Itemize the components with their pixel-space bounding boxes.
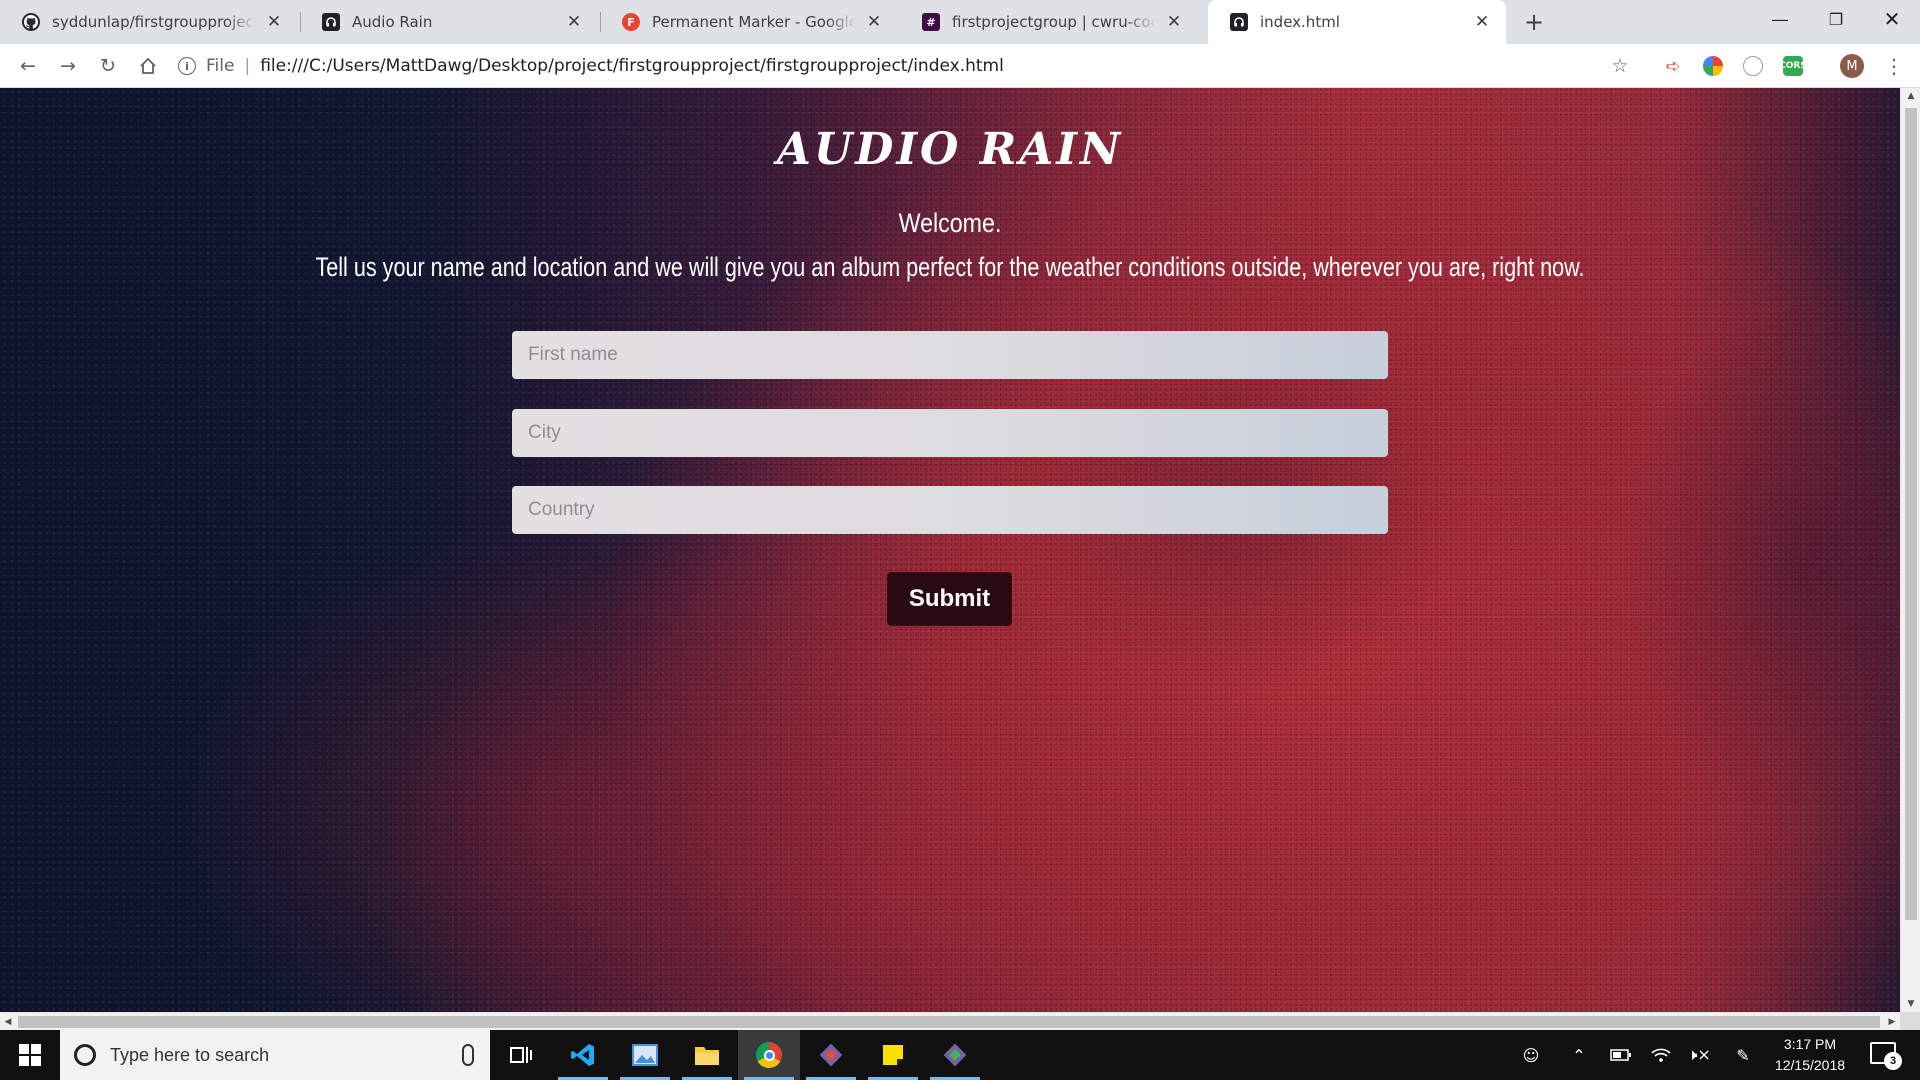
close-icon[interactable]: ✕	[1472, 12, 1492, 32]
cortana-icon	[74, 1044, 96, 1066]
restore-button[interactable]: ❐	[1808, 0, 1864, 38]
vscode-icon[interactable]	[552, 1030, 614, 1080]
close-icon[interactable]: ✕	[1164, 12, 1184, 32]
vertical-scroll-thumb[interactable]	[1905, 108, 1917, 920]
notification-count-badge: 3	[1884, 1052, 1902, 1070]
clock-date: 12/15/2018	[1774, 1057, 1846, 1073]
browser-tab-strip: syddunlap/firstgroupproject ✕ Audio Rain…	[0, 0, 1920, 44]
reload-icon: ↻	[100, 55, 116, 77]
slack-icon: #	[922, 13, 940, 31]
audio-rain-icon	[1230, 13, 1248, 31]
windows-logo-icon	[19, 1044, 41, 1066]
task-view-icon[interactable]	[490, 1030, 552, 1080]
more-vert-icon: ⋮	[1884, 54, 1904, 78]
close-icon[interactable]: ✕	[264, 12, 284, 32]
tab-title: Audio Rain	[352, 13, 433, 31]
battery-icon[interactable]	[1604, 1030, 1638, 1080]
scrollbar-corner	[1900, 1012, 1920, 1030]
arrow-right-icon: →	[60, 55, 76, 77]
extension-cors-icon[interactable]: CORS	[1779, 56, 1807, 76]
taskbar-search-placeholder: Type here to search	[110, 1044, 270, 1065]
scroll-down-icon[interactable]: ▼	[1901, 996, 1920, 1012]
tab-title: index.html	[1260, 13, 1340, 31]
menu-button[interactable]: ⋮	[1880, 52, 1908, 80]
audio-rain-icon	[322, 13, 340, 31]
url-separator: |	[244, 56, 251, 76]
wifi-icon[interactable]	[1644, 1030, 1678, 1080]
taskbar-clock[interactable]: 3:17 PM 12/15/2018	[1758, 1034, 1862, 1076]
photos-icon[interactable]	[614, 1030, 676, 1080]
first-name-input[interactable]	[512, 331, 1388, 379]
horizontal-scroll-thumb[interactable]	[18, 1016, 1880, 1028]
new-tab-button[interactable]: +	[1520, 8, 1548, 36]
tab-github[interactable]: syddunlap/firstgroupproject ✕	[0, 0, 298, 44]
tagline-text: Tell us your name and location and we wi…	[315, 252, 1585, 282]
forward-button[interactable]: →	[54, 52, 82, 80]
home-button[interactable]	[134, 52, 162, 80]
close-icon[interactable]: ✕	[564, 12, 584, 32]
microphone-icon[interactable]	[462, 1044, 474, 1066]
start-button[interactable]	[0, 1030, 60, 1080]
extension-chrome-icon[interactable]	[1703, 56, 1723, 76]
address-bar[interactable]: i File | file:///C:/Users/MattDawg/Deskt…	[178, 50, 1638, 82]
country-input[interactable]	[512, 486, 1388, 534]
tab-title: Permanent Marker - Google Fonts	[652, 13, 856, 31]
info-icon[interactable]: i	[178, 57, 196, 75]
bookmark-button[interactable]: ☆	[1606, 52, 1634, 80]
tab-slack[interactable]: # firstprojectgroup | cwru-coding-2 ✕	[900, 0, 1198, 44]
tab-audio-rain[interactable]: Audio Rain ✕	[300, 0, 598, 44]
horizontal-scrollbar[interactable]: ◀ ▶	[0, 1012, 1900, 1030]
browser-toolbar: ← → ↻ i File | file:///C:/Users/MattDawg…	[0, 44, 1920, 88]
vertical-scrollbar[interactable]: ▲ ▼	[1900, 88, 1920, 1012]
chevron-up-icon[interactable]: ⌃	[1562, 1030, 1596, 1080]
google-fonts-icon: F	[622, 13, 640, 31]
scroll-left-icon[interactable]: ◀	[0, 1014, 16, 1030]
git-icon[interactable]	[800, 1030, 862, 1080]
profile-avatar[interactable]: M	[1840, 54, 1864, 78]
action-center-icon[interactable]: 3	[1870, 1042, 1902, 1070]
star-icon: ☆	[1611, 55, 1629, 77]
taskbar-search[interactable]: Type here to search	[60, 1030, 490, 1080]
extension-video-icon[interactable]: ➪	[1663, 56, 1683, 77]
url-scheme: File	[206, 56, 235, 76]
tab-title: firstprojectgroup | cwru-coding-2	[952, 13, 1156, 31]
url-text: file:///C:/Users/MattDawg/Desktop/projec…	[260, 56, 1004, 76]
windows-taskbar: Type here to search ☺ ⌃ 🕨× ✎ 3:17 PM 12/…	[0, 1030, 1920, 1080]
minimize-button[interactable]: ―	[1752, 0, 1808, 38]
clock-time: 3:17 PM	[1783, 1036, 1837, 1052]
speaker-muted-icon[interactable]: 🕨×	[1682, 1030, 1716, 1080]
welcome-text: Welcome.	[898, 208, 1002, 238]
file-explorer-icon[interactable]	[676, 1030, 738, 1080]
people-icon[interactable]: ☺	[1514, 1030, 1548, 1080]
scroll-up-icon[interactable]: ▲	[1901, 88, 1920, 104]
back-button[interactable]: ←	[14, 52, 42, 80]
git-icon[interactable]	[924, 1030, 986, 1080]
home-icon	[140, 57, 156, 74]
submit-button[interactable]: Submit	[887, 572, 1012, 626]
extension-circle-icon[interactable]	[1743, 56, 1763, 76]
github-icon	[22, 13, 40, 31]
city-input[interactable]	[512, 409, 1388, 457]
pen-icon[interactable]: ✎	[1726, 1030, 1760, 1080]
close-icon[interactable]: ✕	[864, 12, 884, 32]
reload-button[interactable]: ↻	[94, 52, 122, 80]
scroll-right-icon[interactable]: ▶	[1884, 1014, 1900, 1030]
tab-index-html[interactable]: index.html ✕	[1208, 0, 1506, 44]
close-window-button[interactable]: ✕	[1864, 0, 1920, 38]
page-viewport: Audio Rain Welcome. Tell us your name an…	[0, 88, 1900, 1012]
chrome-icon[interactable]	[738, 1030, 800, 1080]
sticky-notes-icon[interactable]	[862, 1030, 924, 1080]
tab-google-fonts[interactable]: F Permanent Marker - Google Fonts ✕	[600, 0, 898, 44]
arrow-left-icon: ←	[20, 55, 36, 77]
site-title: Audio Rain	[776, 124, 1124, 175]
tab-title: syddunlap/firstgroupproject	[52, 13, 256, 31]
